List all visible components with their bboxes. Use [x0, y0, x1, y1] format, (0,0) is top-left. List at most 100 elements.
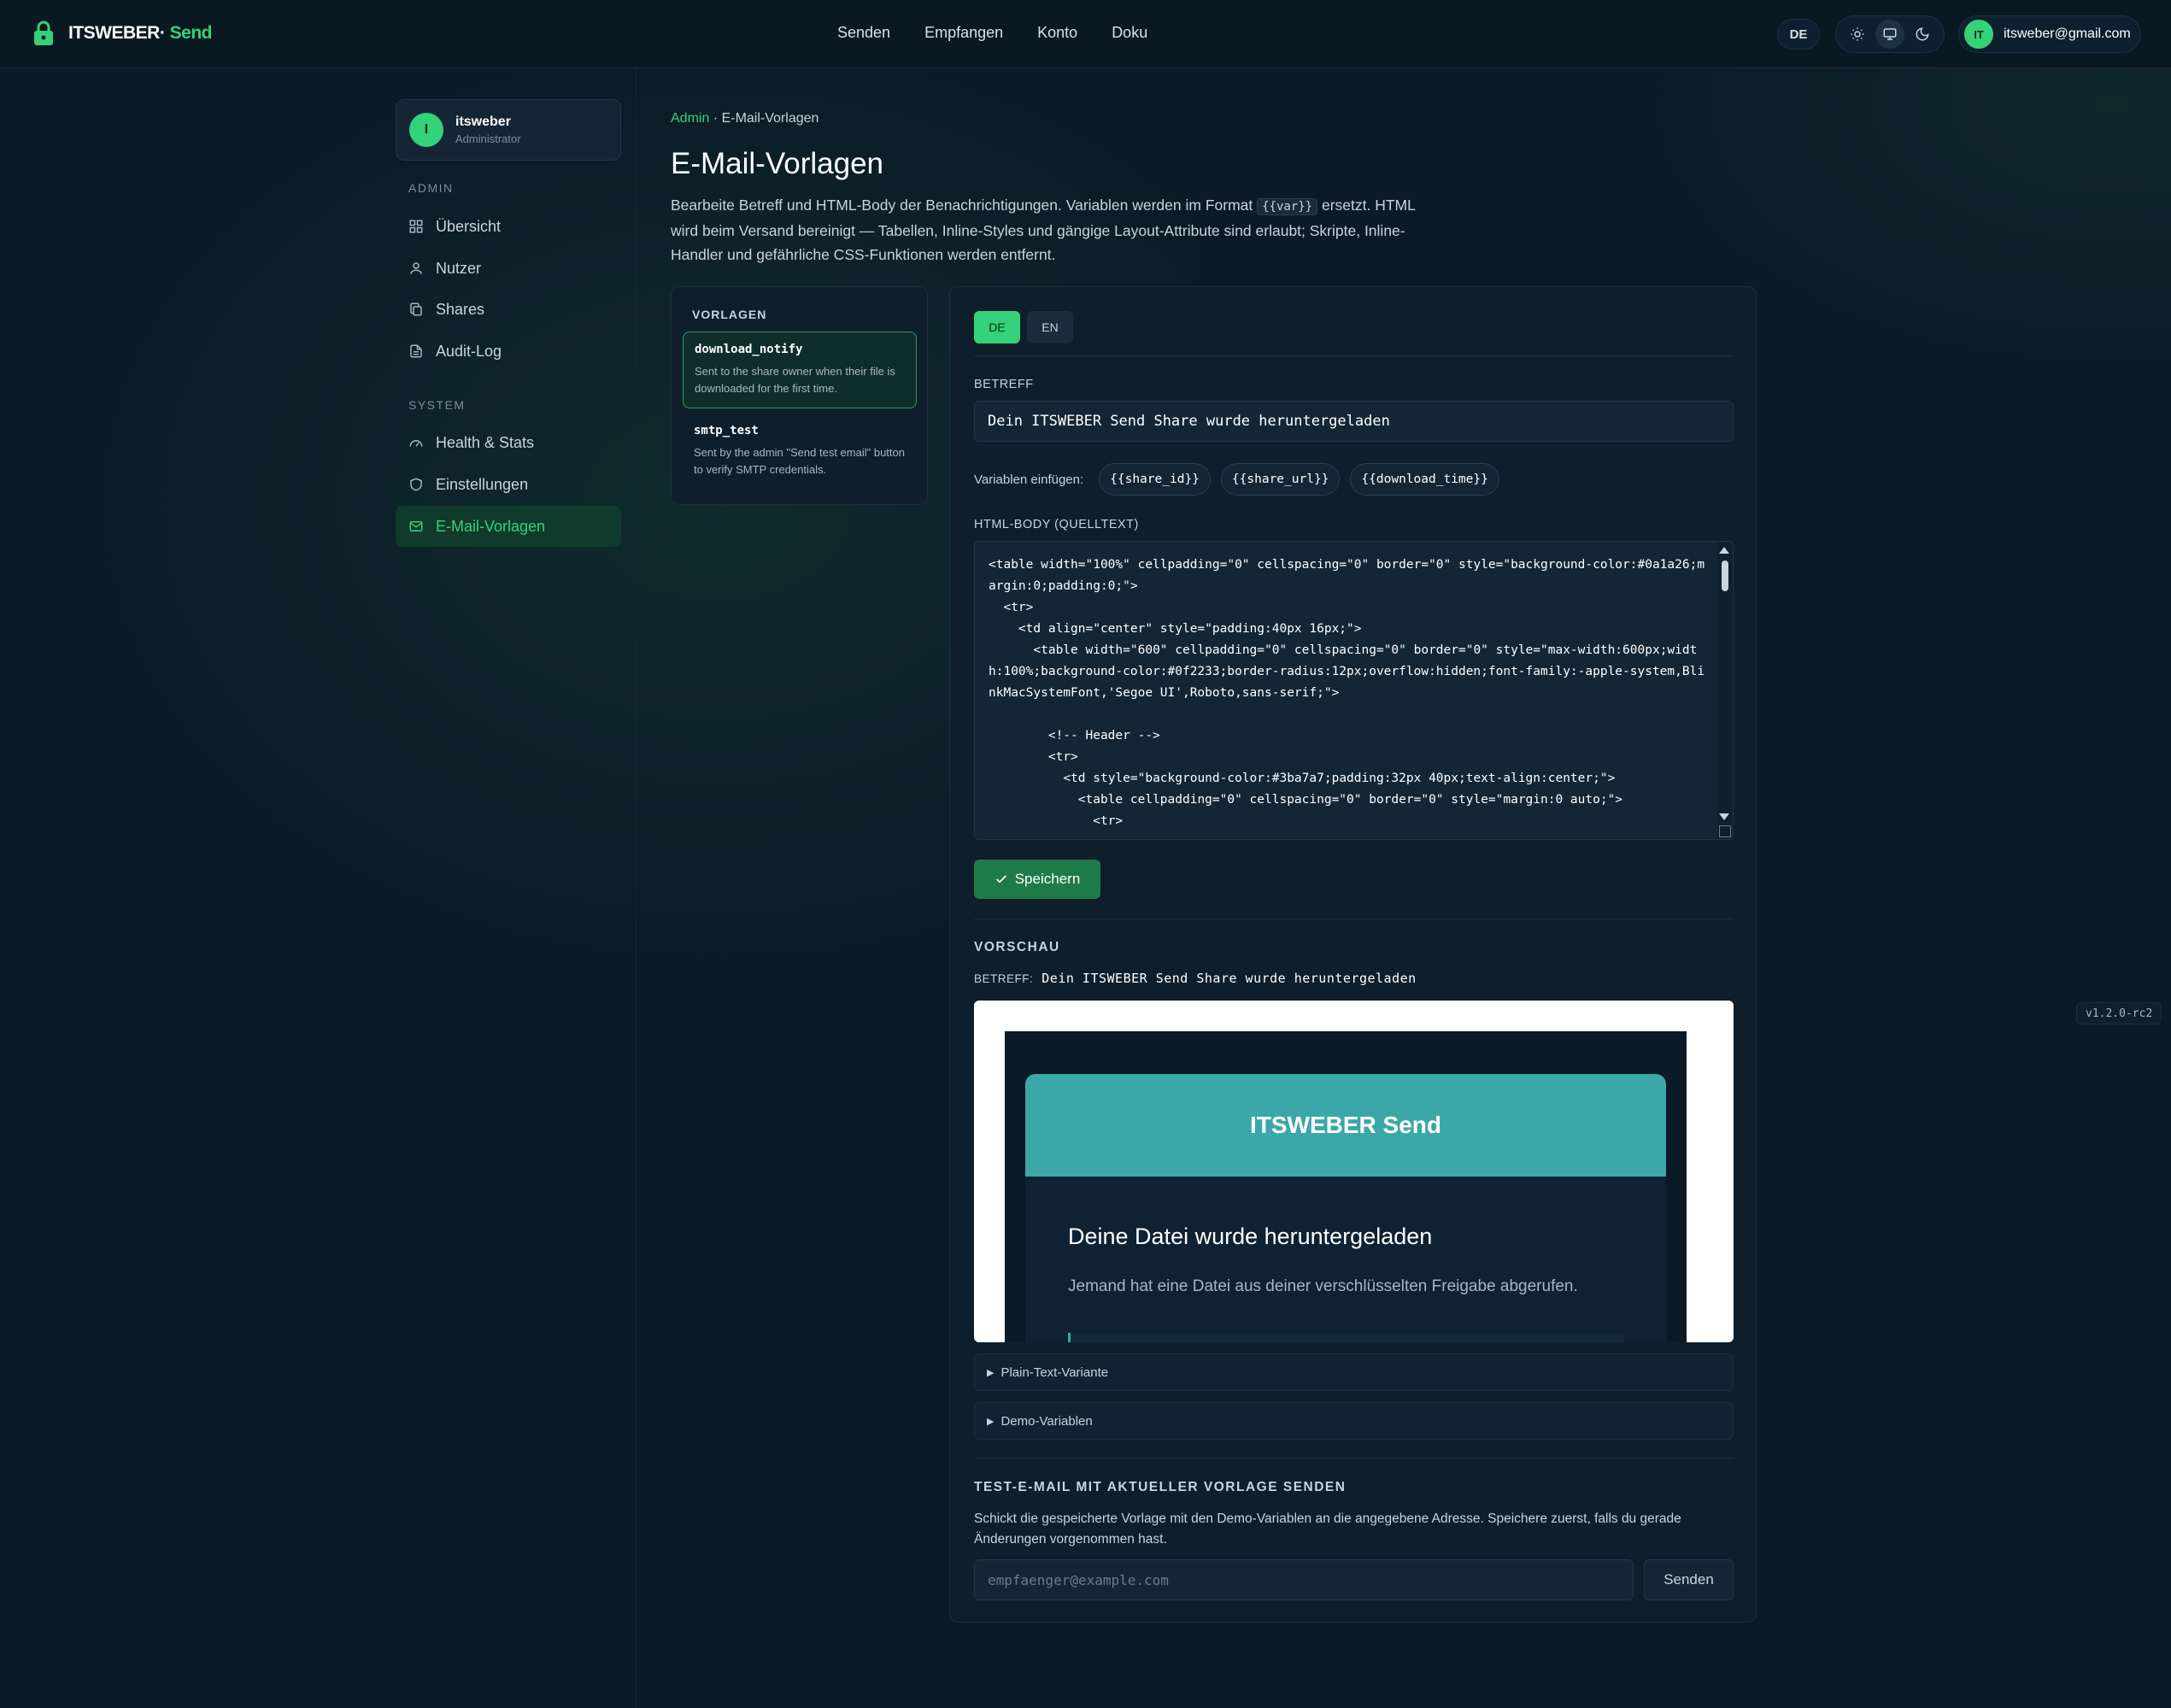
sidebar-section-system: SYSTEM [408, 398, 466, 412]
var-format-code: {{var}} [1257, 198, 1318, 215]
top-bar: ITSWEBER· Send Senden Empfangen Konto Do… [0, 0, 2171, 68]
template-item-download-notify[interactable]: download_notify Sent to the share owner … [683, 332, 917, 408]
template-name: download_notify [695, 343, 803, 356]
theme-light-button[interactable] [1843, 20, 1872, 49]
sidebar-item-label: Nutzer [436, 259, 482, 277]
preview-subject: BETREFF: Dein ITSWEBER Send Share wurde h… [974, 971, 1417, 986]
breadcrumb: Admin · E-Mail-Vorlagen [671, 111, 819, 126]
sidebar-section-admin: ADMIN [408, 181, 454, 195]
test-recipient-input[interactable] [974, 1559, 1634, 1600]
profile-avatar: I [409, 113, 443, 147]
sidebar-item-uebersicht[interactable]: Übersicht [396, 206, 621, 247]
sun-icon [1851, 27, 1864, 41]
sidebar-item-label: Shares [436, 300, 485, 318]
preview-heading: VORSCHAU [974, 940, 1060, 954]
file-text-icon [410, 344, 422, 358]
email-preview-header: ITSWEBER Send [1025, 1074, 1666, 1177]
sidebar-item-shares[interactable]: Shares [396, 289, 621, 330]
variables-label: Variablen einfügen: [974, 472, 1084, 487]
page-description: Bearbeite Betreff und HTML-Body der Bena… [671, 197, 1416, 263]
grid-icon [409, 220, 423, 233]
moon-icon [1916, 27, 1929, 41]
theme-system-button[interactable] [1875, 20, 1904, 49]
email-preview-title: Deine Datei wurde heruntergeladen [1068, 1224, 1433, 1249]
preview-subject-label: BETREFF: [974, 972, 1034, 985]
expand-triangle-icon: ▶ [987, 1367, 995, 1378]
brand-name: ITSWEBER· Send [68, 23, 213, 43]
sidebar-item-label: Einstellungen [436, 475, 529, 493]
email-preview-text: Jemand hat eine Datei aus deiner verschl… [1068, 1277, 1578, 1295]
email-preview-info-box [1068, 1333, 1623, 1342]
template-name: smtp_test [694, 424, 759, 437]
variable-insert-row: Variablen einfügen: {{share_id}} {{share… [974, 463, 1499, 496]
nav-konto[interactable]: Konto [1037, 24, 1077, 42]
nav-empfangen[interactable]: Empfangen [924, 24, 1003, 42]
sidebar-item-nutzer[interactable]: Nutzer [396, 248, 621, 289]
resize-handle-icon[interactable] [1719, 825, 1731, 837]
sidebar-item-audit-log[interactable]: Audit-Log [396, 331, 621, 372]
theme-dark-button[interactable] [1908, 20, 1937, 49]
html-body-editor[interactable]: <table width="100%" cellpadding="0" cell… [974, 541, 1734, 840]
lock-icon [34, 21, 53, 45]
sidebar-item-health-stats[interactable]: Health & Stats [396, 422, 621, 463]
var-chip-download-time[interactable]: {{download_time}} [1350, 463, 1499, 496]
subject-input[interactable]: Dein ITSWEBER Send Share wurde herunterg… [974, 401, 1734, 442]
subject-label: BETREFF [974, 378, 1034, 391]
sidebar-item-label: E-Mail-Vorlagen [436, 517, 546, 535]
sidebar-item-label: Übersicht [436, 217, 502, 235]
shield-icon [410, 478, 422, 491]
sidebar-item-email-vorlagen[interactable]: E-Mail-Vorlagen [396, 506, 621, 547]
user-menu[interactable]: IT itsweber@gmail.com [1958, 15, 2141, 53]
divider [974, 1458, 1734, 1459]
details-demo-variables[interactable]: ▶ Demo-Variablen [974, 1402, 1734, 1440]
tab-de[interactable]: DE [974, 311, 1020, 343]
templates-heading: VORLAGEN [692, 308, 767, 321]
save-button-label: Speichern [1014, 871, 1081, 887]
breadcrumb-admin-link[interactable]: Admin [671, 111, 709, 126]
profile-card: I itsweber Administrator [396, 99, 621, 161]
divider [974, 355, 1734, 356]
copy-icon [410, 302, 422, 316]
user-email: itsweber@gmail.com [2004, 26, 2131, 41]
gauge-icon [409, 440, 423, 447]
details-label: Demo-Variablen [1000, 1413, 1093, 1429]
var-chip-share-url[interactable]: {{share_url}} [1220, 463, 1341, 496]
scroll-thumb[interactable] [1722, 561, 1728, 591]
scroll-up-arrow-icon[interactable] [1719, 547, 1729, 554]
details-plain-text[interactable]: ▶ Plain-Text-Variante [974, 1353, 1734, 1391]
scroll-down-arrow-icon[interactable] [1719, 813, 1729, 820]
avatar: IT [1964, 20, 1993, 49]
template-item-smtp-test[interactable]: smtp_test Sent by the admin "Send test e… [683, 414, 917, 489]
breadcrumb-current: E-Mail-Vorlagen [721, 111, 819, 126]
sidebar-item-label: Audit-Log [436, 342, 502, 360]
nav-doku[interactable]: Doku [1112, 24, 1147, 42]
test-email-heading: TEST-E-MAIL MIT AKTUELLER VORLAGE SENDEN [974, 1480, 1347, 1494]
details-label: Plain-Text-Variante [1000, 1365, 1109, 1380]
theme-switcher [1835, 15, 1945, 53]
html-body-label: HTML-BODY (QUELLTEXT) [974, 518, 1139, 531]
template-editor: DE EN BETREFF Dein ITSWEBER Send Share w… [949, 286, 1757, 1623]
send-test-button[interactable]: Senden [1644, 1559, 1734, 1600]
test-email-description: Schickt die gespeicherte Vorlage mit den… [974, 1511, 1681, 1547]
sidebar-item-einstellungen[interactable]: Einstellungen [396, 464, 621, 505]
preview-subject-value: Dein ITSWEBER Send Share wurde herunterg… [1041, 971, 1417, 986]
html-body-code: <table width="100%" cellpadding="0" cell… [989, 558, 1705, 828]
email-preview-card: ITSWEBER Send Deine Datei wurde herunter… [1025, 1074, 1666, 1342]
sidebar-divider [636, 68, 637, 1708]
template-description: Sent to the share owner when their file … [695, 365, 895, 395]
profile-name: itsweber [455, 114, 511, 129]
templates-panel: VORLAGEN download_notify Sent to the sha… [671, 286, 928, 505]
nav-senden[interactable]: Senden [837, 24, 890, 42]
profile-role: Administrator [455, 132, 521, 145]
email-preview-frame: ITSWEBER Send Deine Datei wurde herunter… [974, 1001, 1734, 1342]
code-scrollbar[interactable] [1717, 542, 1733, 839]
brand-logo[interactable]: ITSWEBER· Send [32, 21, 213, 46]
monitor-icon [1883, 28, 1897, 40]
save-button[interactable]: Speichern [974, 860, 1100, 899]
var-chip-share-id[interactable]: {{share_id}} [1099, 463, 1211, 496]
main-nav: Senden Empfangen Konto Doku [837, 24, 1147, 42]
tab-en[interactable]: EN [1027, 311, 1073, 343]
breadcrumb-separator: · [709, 111, 722, 126]
sidebar-item-label: Health & Stats [436, 433, 535, 451]
language-switch[interactable]: DE [1777, 19, 1820, 50]
